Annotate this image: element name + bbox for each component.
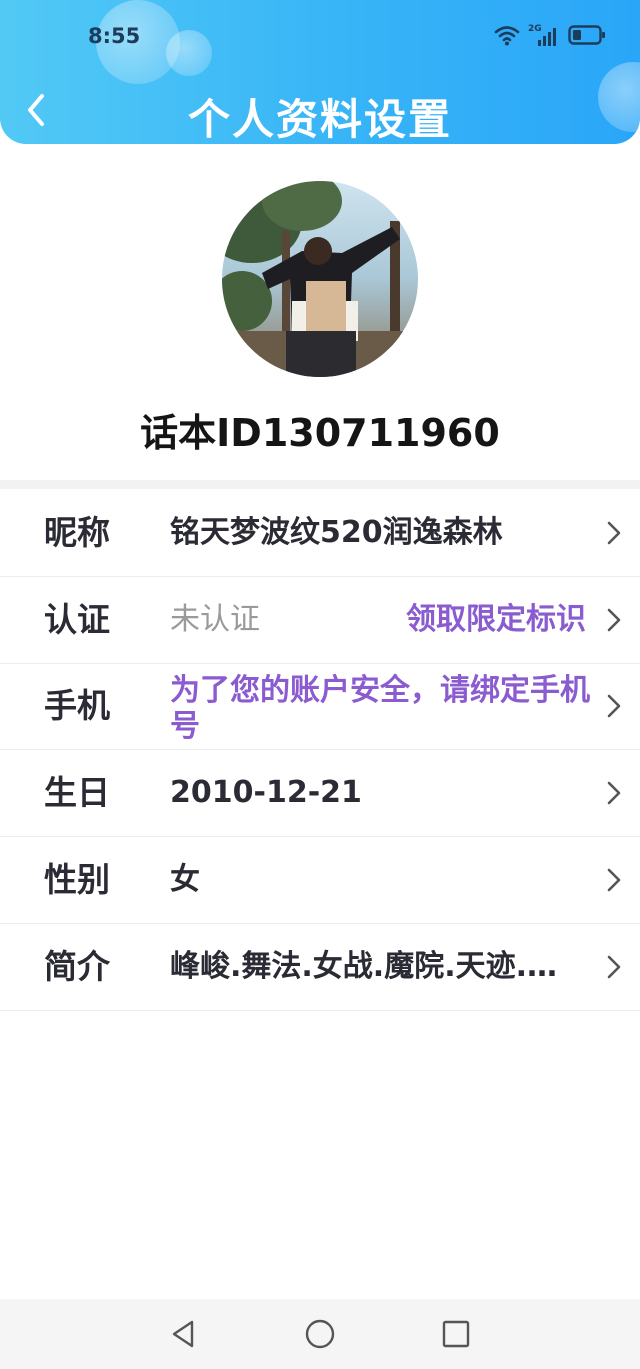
row-label: 简介 [44, 947, 110, 986]
birthday-value: 2010-12-21 [170, 775, 362, 810]
claim-badge-link[interactable]: 领取限定标识 [406, 577, 586, 663]
gender-value: 女 [170, 862, 200, 897]
profile-settings-screen: 8:55 2G 个人资料设置 话本ID130711960 昵称 铭天梦波纹520… [0, 0, 640, 1369]
chevron-right-icon [607, 694, 621, 718]
wifi-icon [494, 24, 520, 50]
row-label: 手机 [44, 686, 110, 725]
status-icons: 2G [494, 24, 606, 50]
bio-value: 峰峻.舞法.女战.魔院.天迹.… [170, 949, 557, 984]
row-label: 性别 [44, 860, 110, 899]
triangle-back-icon [172, 1320, 194, 1348]
header: 8:55 2G 个人资料设置 [0, 0, 640, 144]
row-label: 昵称 [44, 513, 110, 552]
chevron-right-icon [607, 781, 621, 805]
square-recent-icon [442, 1320, 470, 1348]
status-time: 8:55 [88, 24, 141, 48]
chevron-right-icon [607, 955, 621, 979]
chevron-right-icon [607, 521, 621, 545]
system-nav-bar [0, 1299, 640, 1369]
battery-icon [568, 24, 606, 50]
decorative-bubble [166, 30, 212, 76]
nav-home-button[interactable] [302, 1316, 338, 1352]
row-label: 生日 [44, 773, 110, 812]
circle-home-icon [305, 1319, 335, 1349]
nav-back-button[interactable] [166, 1316, 202, 1352]
chevron-right-icon [607, 868, 621, 892]
phone-bind-prompt: 为了您的账户安全，请绑定手机号 [170, 673, 590, 744]
row-nickname[interactable]: 昵称 铭天梦波纹520润逸森林 [0, 490, 640, 577]
chevron-right-icon [607, 608, 621, 632]
page-title: 个人资料设置 [187, 95, 452, 144]
nickname-value: 铭天梦波纹520润逸森林 [170, 515, 503, 550]
row-gender[interactable]: 性别 女 [0, 837, 640, 924]
nav-recent-button[interactable] [438, 1316, 474, 1352]
row-verification[interactable]: 认证 未认证 领取限定标识 [0, 577, 640, 664]
row-bio[interactable]: 简介 峰峻.舞法.女战.魔院.天迹.… [0, 924, 640, 1011]
row-birthday[interactable]: 生日 2010-12-21 [0, 750, 640, 837]
user-id: 话本ID130711960 [140, 411, 500, 455]
verification-status: 未认证 [170, 602, 260, 637]
row-phone[interactable]: 手机 为了您的账户安全，请绑定手机号 [0, 663, 640, 750]
avatar[interactable] [222, 181, 418, 377]
signal-icon: 2G [528, 24, 560, 48]
row-label: 认证 [44, 600, 110, 639]
section-divider [0, 480, 640, 489]
